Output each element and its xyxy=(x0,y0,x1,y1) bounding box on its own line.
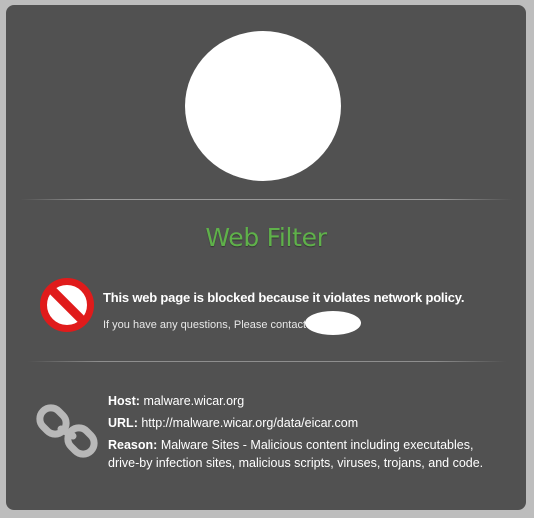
reason-row: Reason: Malware Sites - Malicious conten… xyxy=(108,436,508,472)
url-row: URL: http://malware.wicar.org/data/eicar… xyxy=(108,414,508,432)
divider xyxy=(28,361,506,362)
block-details: Host: malware.wicar.org URL: http://malw… xyxy=(108,392,508,472)
divider xyxy=(20,199,512,200)
url-value: http://malware.wicar.org/data/eicar.com xyxy=(141,416,359,430)
url-label: URL: xyxy=(108,416,138,430)
block-page-card: Web Filter This web page is blocked beca… xyxy=(6,5,526,510)
host-value: malware.wicar.org xyxy=(143,394,245,408)
page-title: Web Filter xyxy=(205,223,327,252)
reason-label: Reason: xyxy=(108,438,158,452)
block-message: This web page is blocked because it viol… xyxy=(103,290,465,305)
contact-redacted xyxy=(305,311,362,335)
contact-line: If you have any questions, Please contac… xyxy=(103,311,362,337)
logo-placeholder xyxy=(185,31,341,181)
prohibited-icon xyxy=(40,278,94,332)
reason-value: Malware Sites - Malicious content includ… xyxy=(108,438,484,470)
contact-text: If you have any questions, Please contac… xyxy=(103,318,307,331)
host-row: Host: malware.wicar.org xyxy=(108,392,508,410)
broken-link-icon xyxy=(36,404,98,458)
host-label: Host: xyxy=(108,394,140,408)
